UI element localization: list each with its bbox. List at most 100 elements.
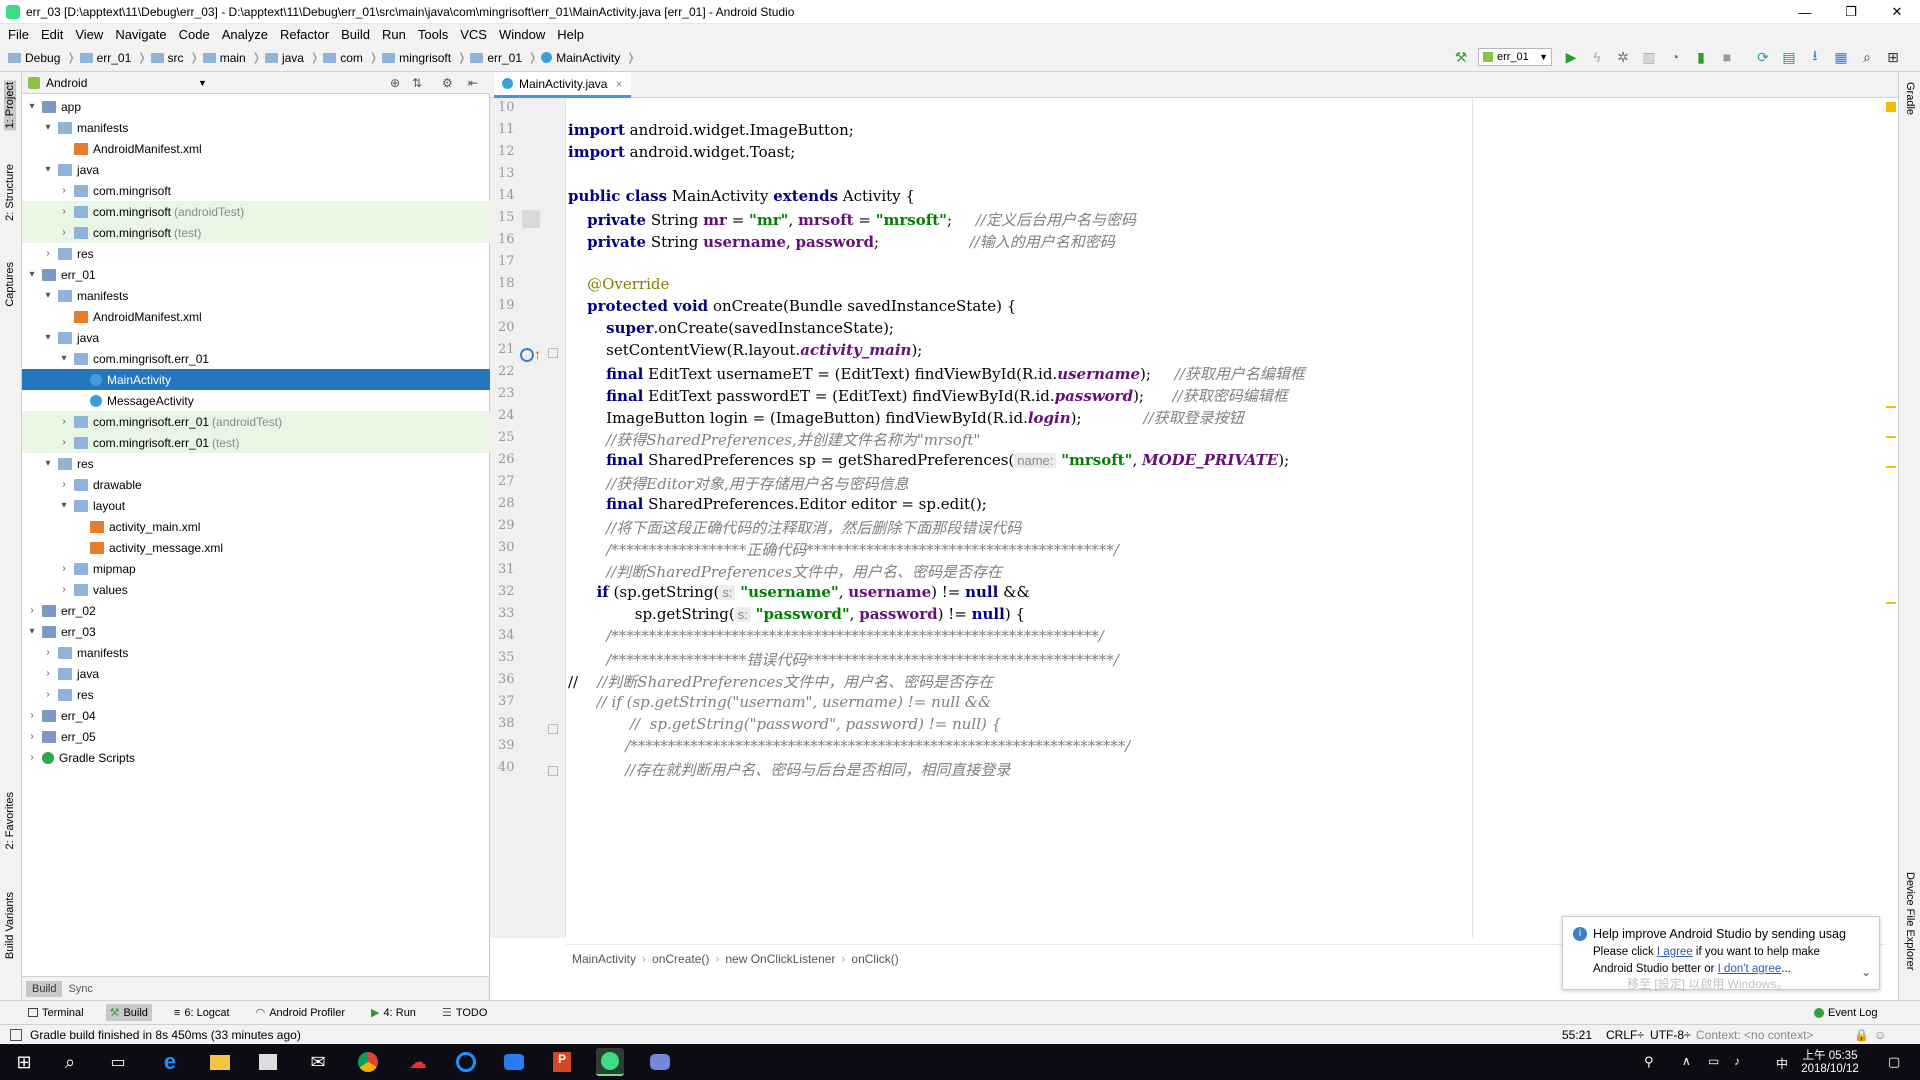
tree-node[interactable]: ▾ manifests xyxy=(22,117,490,138)
avd-manager-icon[interactable]: ▤ xyxy=(1780,48,1798,66)
tree-node[interactable]: › drawable xyxy=(22,474,490,495)
expand-arrow-icon[interactable]: › xyxy=(26,731,38,742)
discord-icon[interactable] xyxy=(646,1048,674,1076)
expand-arrow-icon[interactable]: › xyxy=(58,416,70,427)
tree-node[interactable]: ▾ manifests xyxy=(22,285,490,306)
expand-arrow-icon[interactable]: › xyxy=(58,479,70,490)
crumb-err01[interactable]: err_01 ❭ xyxy=(79,51,147,65)
coverage-icon[interactable]: ▥ xyxy=(1640,48,1658,66)
make-project-icon[interactable]: ⚒ xyxy=(1452,48,1470,66)
search-icon[interactable]: ⌕ xyxy=(56,1048,84,1076)
build-tab[interactable]: Build xyxy=(26,980,63,997)
tree-node[interactable]: › Gradle Scripts xyxy=(22,747,490,768)
expand-arrow-icon[interactable]: › xyxy=(58,227,70,238)
tree-node[interactable]: ▾ java xyxy=(22,327,490,348)
crumb-err01-pkg[interactable]: err_01 ❭ xyxy=(470,51,537,65)
gradle-tool-tab[interactable]: Gradle xyxy=(1904,82,1916,115)
tree-node[interactable]: › err_04 xyxy=(22,705,490,726)
expand-arrow-icon[interactable]: ▾ xyxy=(58,500,70,511)
crumb-mingrisoft[interactable]: mingrisoft ❭ xyxy=(382,51,466,65)
chrome-icon[interactable] xyxy=(354,1048,382,1076)
expand-arrow-icon[interactable]: › xyxy=(58,563,70,574)
tree-node[interactable]: › com.mingrisoft (test) xyxy=(22,222,490,243)
close-tab-icon[interactable]: × xyxy=(615,77,622,91)
apply-changes-icon[interactable]: ϟ xyxy=(1588,48,1606,66)
menu-edit[interactable]: Edit xyxy=(35,27,69,42)
sync-tab[interactable]: Sync xyxy=(62,981,98,997)
crumb-listener[interactable]: new OnClickListener xyxy=(725,952,835,966)
warning-indicator-icon[interactable] xyxy=(1886,102,1896,112)
override-marker-icon[interactable] xyxy=(520,348,534,362)
menu-refactor[interactable]: Refactor xyxy=(274,27,335,42)
mail-icon[interactable]: ✉ xyxy=(304,1048,332,1076)
hide-panel-icon[interactable]: ⇤ xyxy=(468,76,478,90)
warning-mark[interactable] xyxy=(1886,466,1896,468)
run-tool-button[interactable]: ▶ 4: Run xyxy=(367,1004,420,1021)
tree-node[interactable]: › err_05 xyxy=(22,726,490,747)
project-tool-tab[interactable]: 1: Project xyxy=(4,80,16,131)
app-icon[interactable]: ☁ xyxy=(404,1048,432,1076)
tree-node[interactable]: › res xyxy=(22,243,490,264)
gear-icon[interactable]: ⚙ xyxy=(442,76,453,90)
expand-arrow-icon[interactable]: ▾ xyxy=(58,353,70,364)
tree-node[interactable]: › java xyxy=(22,663,490,684)
crumb-java[interactable]: java ❭ xyxy=(264,51,319,65)
clock-date[interactable]: 2018/10/12 xyxy=(1796,1063,1864,1075)
expand-arrow-icon[interactable]: ▾ xyxy=(42,332,54,343)
expand-arrow-icon[interactable]: › xyxy=(42,248,54,259)
structure-tool-tab[interactable]: 2: Structure xyxy=(4,164,16,221)
crumb-com[interactable]: com ❭ xyxy=(323,51,378,65)
tree-node[interactable]: › err_02 xyxy=(22,600,490,621)
windows-start-icon[interactable]: ⊞ xyxy=(10,1048,38,1076)
tree-node[interactable]: ▾ err_01 xyxy=(22,264,490,285)
menu-help[interactable]: Help xyxy=(551,27,590,42)
search-icon[interactable]: ⌕ xyxy=(1858,48,1876,66)
line-separator[interactable]: CRLF÷ xyxy=(1606,1028,1644,1042)
android-studio-taskbar-icon[interactable] xyxy=(596,1048,624,1076)
crumb-onclick[interactable]: onClick() xyxy=(851,952,898,966)
chat-icon[interactable] xyxy=(500,1048,528,1076)
collapse-all-icon[interactable]: ⇅ xyxy=(412,76,422,90)
tree-node[interactable]: ▾ com.mingrisoft.err_01 xyxy=(22,348,490,369)
agree-link[interactable]: I agree xyxy=(1657,946,1693,958)
tree-node[interactable]: › res xyxy=(22,684,490,705)
terminal-tool-button[interactable]: Terminal xyxy=(24,1005,88,1021)
clock-time[interactable]: 上午 05:35 xyxy=(1800,1047,1860,1063)
menu-navigate[interactable]: Navigate xyxy=(109,27,172,42)
profiler-tool-button[interactable]: ◠ Android Profiler xyxy=(252,1004,349,1021)
favorites-tool-tab[interactable]: 2: Favorites xyxy=(4,792,16,849)
expand-arrow-icon[interactable]: ▾ xyxy=(42,164,54,175)
tree-node[interactable]: activity_message.xml xyxy=(22,537,490,558)
expand-arrow-icon[interactable]: › xyxy=(58,584,70,595)
disagree-link[interactable]: I don't agree xyxy=(1718,963,1782,975)
maximize-button[interactable]: ❐ xyxy=(1828,0,1874,24)
file-encoding[interactable]: UTF-8÷ xyxy=(1650,1028,1691,1042)
implementation-marker-icon[interactable] xyxy=(522,210,540,228)
tree-node[interactable]: ▾ err_03 xyxy=(22,621,490,642)
crumb-src[interactable]: src ❭ xyxy=(150,51,199,65)
tree-node[interactable]: ▾ res xyxy=(22,453,490,474)
debug-icon[interactable]: ✲ xyxy=(1614,48,1632,66)
build-variants-tool-tab[interactable]: Build Variants xyxy=(4,892,16,959)
people-icon[interactable]: ⚲ xyxy=(1644,1054,1654,1070)
expand-arrow-icon[interactable]: ▾ xyxy=(26,626,38,637)
tree-node[interactable]: ▾ app xyxy=(22,96,490,117)
tree-node[interactable]: MessageActivity xyxy=(22,390,490,411)
menu-view[interactable]: View xyxy=(69,27,109,42)
expand-arrow-icon[interactable]: ▾ xyxy=(42,290,54,301)
lock-icon[interactable]: 🔒 xyxy=(1854,1028,1869,1042)
menu-file[interactable]: File xyxy=(2,27,35,42)
tree-node[interactable]: AndroidManifest.xml xyxy=(22,306,490,327)
ime-indicator[interactable]: 中 xyxy=(1776,1055,1788,1072)
todo-tool-button[interactable]: ☰ TODO xyxy=(438,1004,491,1021)
close-button[interactable]: ✕ xyxy=(1874,0,1920,24)
logcat-tool-button[interactable]: ≡ 6: Logcat xyxy=(170,1005,234,1021)
fold-icon[interactable] xyxy=(548,766,558,776)
run-icon[interactable]: ▶ xyxy=(1562,48,1580,66)
browser-icon[interactable] xyxy=(452,1048,480,1076)
caret-position[interactable]: 55:21 xyxy=(1562,1028,1592,1042)
run-config-select[interactable]: err_01 ▼ xyxy=(1478,48,1552,66)
chevron-down-icon[interactable]: ▼ xyxy=(198,78,207,88)
project-structure-icon[interactable]: ▦ xyxy=(1832,48,1850,66)
expand-arrow-icon[interactable]: ▾ xyxy=(26,101,38,112)
